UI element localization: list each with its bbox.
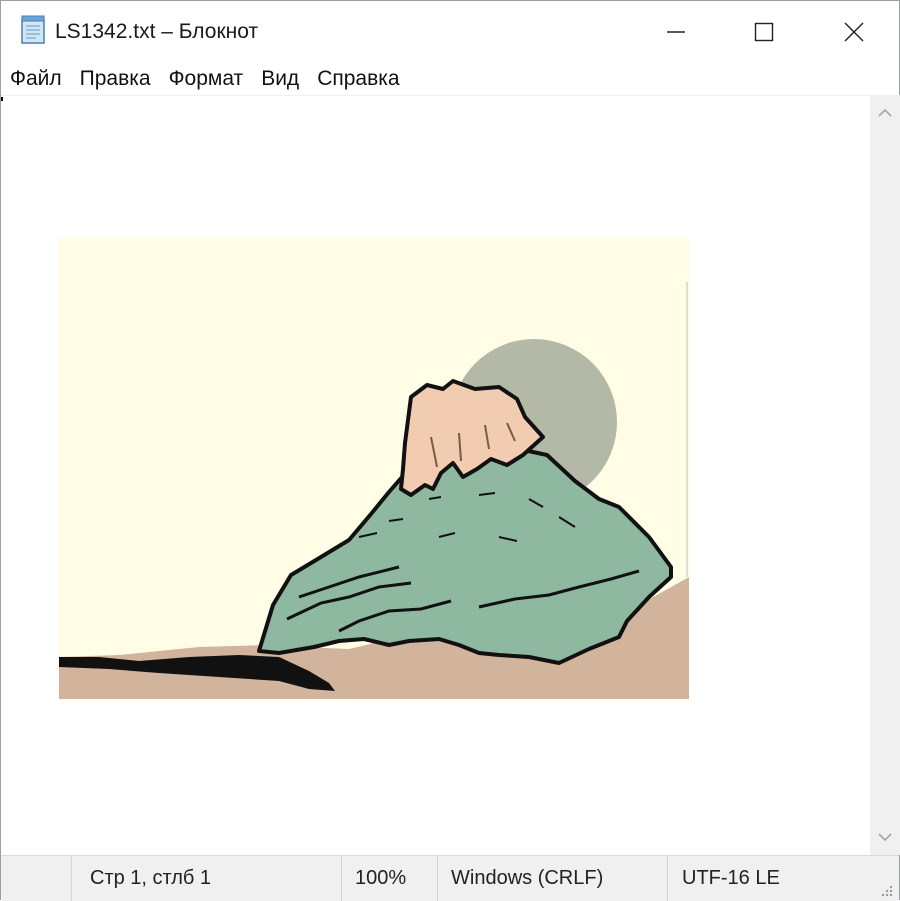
status-divider (437, 856, 438, 901)
maximize-icon (754, 22, 774, 42)
text-caret (1, 97, 3, 101)
status-bar: Стр 1, стлб 1 100% Windows (CRLF) UTF-16… (1, 855, 899, 901)
scroll-down-button[interactable] (870, 819, 900, 855)
window-title: LS1342.txt – Блокнот (55, 20, 259, 43)
resize-grip-icon[interactable] (879, 883, 893, 897)
minimize-icon (667, 31, 685, 33)
mountain-clipart-image (59, 237, 689, 699)
minimize-button[interactable] (631, 1, 721, 63)
menu-view[interactable]: Вид (252, 64, 308, 94)
notepad-window: LS1342.txt – Блокнот Файл Правка Формат … (0, 0, 900, 901)
cursor-position: Стр 1, стлб 1 (90, 867, 212, 889)
vertical-scrollbar[interactable] (870, 95, 900, 855)
zoom-level: 100% (355, 867, 407, 889)
status-divider (341, 856, 342, 901)
line-ending: Windows (CRLF) (451, 867, 604, 889)
menu-bar: Файл Правка Формат Вид Справка (1, 63, 899, 95)
menu-help[interactable]: Справка (308, 64, 408, 94)
chevron-down-icon (878, 833, 892, 842)
status-divider (71, 856, 72, 901)
notepad-icon (21, 15, 45, 44)
menu-file[interactable]: Файл (1, 64, 71, 94)
title-bar[interactable]: LS1342.txt – Блокнот (1, 1, 899, 63)
maximize-button[interactable] (719, 1, 809, 63)
scroll-up-button[interactable] (870, 95, 900, 131)
status-divider (667, 856, 668, 901)
menu-format[interactable]: Формат (160, 64, 253, 94)
menu-edit[interactable]: Правка (71, 64, 160, 94)
chevron-up-icon (878, 108, 892, 117)
close-icon (844, 22, 864, 42)
encoding: UTF-16 LE (682, 867, 780, 889)
close-button[interactable] (809, 1, 899, 63)
